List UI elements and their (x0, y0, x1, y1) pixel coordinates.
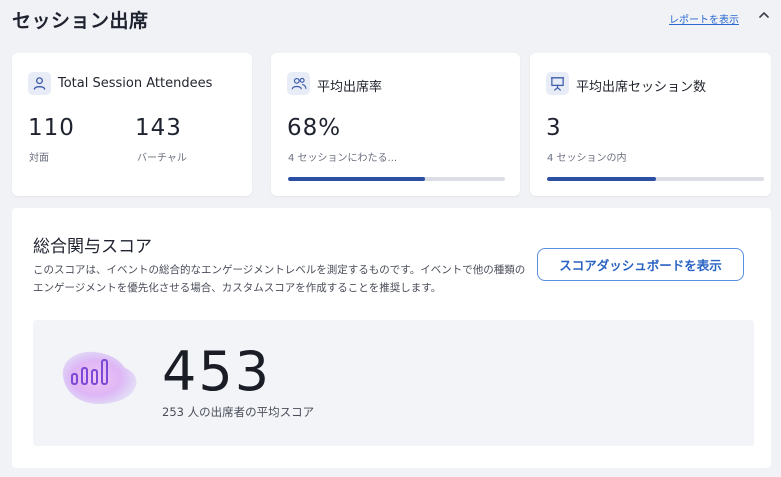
average-score-value: 453 (162, 340, 272, 403)
attendance-rate-value: 68% (287, 115, 342, 141)
average-score-caption: 253 人の出席者の平均スコア (162, 405, 315, 419)
user-icon (28, 72, 51, 95)
progress-fill (288, 177, 425, 181)
card-title: 平均出席率 (317, 80, 383, 95)
average-attendance-rate-card: 平均出席率 68% 4 セッションにわたる... (271, 53, 520, 196)
card-title: 平均出席セッション数 (576, 80, 707, 95)
chevron-up-icon[interactable] (757, 7, 771, 21)
score-summary: 453 253 人の出席者の平均スコア (33, 320, 754, 446)
virtual-count: 143 (135, 115, 182, 141)
page-header: セッション出席 レポートを表示 (0, 0, 781, 40)
card-title: Total Session Attendees (58, 76, 213, 91)
page-title: セッション出席 (12, 10, 149, 32)
attendance-rate-label: 4 セッションにわたる... (288, 153, 398, 164)
total-attendees-card: Total Session Attendees 110 対面 143 バーチャル (12, 53, 252, 196)
presentation-icon (546, 72, 569, 95)
engagement-score-panel: 総合関与スコア このスコアは、イベントの総合的なエンゲージメントレベルを測定する… (12, 208, 771, 468)
average-sessions-value: 3 (546, 115, 562, 141)
score-description: このスコアは、イベントの総合的なエンゲージメントレベルを測定するものです。イベン… (33, 264, 526, 294)
score-title: 総合関与スコア (33, 237, 152, 257)
bar-chart-icon (55, 346, 141, 410)
in-person-label: 対面 (29, 153, 49, 164)
virtual-label: バーチャル (137, 153, 187, 164)
attendance-rate-progress (288, 177, 505, 181)
progress-fill (547, 177, 656, 181)
in-person-count: 110 (28, 115, 75, 141)
average-sessions-label: 4 セッションの内 (547, 153, 627, 164)
average-sessions-progress (547, 177, 764, 181)
users-icon (287, 72, 310, 95)
view-report-link[interactable]: レポートを表示 (669, 11, 739, 26)
average-sessions-card: 平均出席セッション数 3 4 セッションの内 (530, 53, 771, 196)
view-score-dashboard-button[interactable]: スコアダッシュボードを表示 (537, 248, 744, 281)
